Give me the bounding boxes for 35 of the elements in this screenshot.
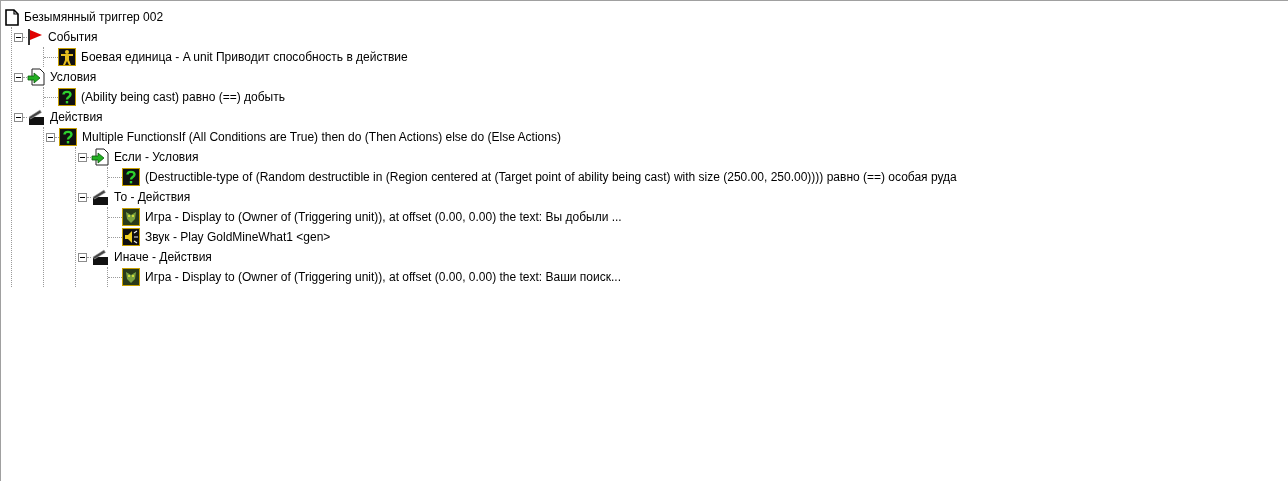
page-arrow-icon xyxy=(91,148,109,166)
page-arrow-icon xyxy=(27,68,45,86)
collapse-toggle[interactable] xyxy=(14,32,23,42)
tree-item-label[interactable]: Игра - Display to (Owner of (Triggering unit)), at offset (0.00, 0.00) the text: Ваши поиск... xyxy=(145,270,621,284)
question-icon xyxy=(122,168,140,186)
flag-icon xyxy=(27,28,43,46)
speaker-icon xyxy=(122,228,140,246)
question-icon xyxy=(59,128,77,146)
tree-item-label[interactable]: Multiple FunctionsIf (All Conditions are True) then do (Then Actions) else do (Else Actions) xyxy=(82,130,561,144)
tree-item-label[interactable]: Условия xyxy=(50,70,97,84)
collapse-toggle[interactable] xyxy=(78,152,87,162)
question-icon xyxy=(58,88,76,106)
clapper-icon xyxy=(27,108,45,126)
emblem-icon xyxy=(122,268,140,286)
emblem-icon xyxy=(122,208,140,226)
document-icon xyxy=(5,8,19,26)
tree-item-label[interactable]: Игра - Display to (Owner of (Triggering unit)), at offset (0.00, 0.00) the text: Вы добыли ... xyxy=(145,210,622,224)
collapse-toggle[interactable] xyxy=(14,72,23,82)
tree-item-label[interactable]: Если - Условия xyxy=(114,150,199,164)
tree-item-label[interactable]: Действия xyxy=(50,110,103,124)
tree-item-label[interactable]: (Destructible-type of (Random destructible in (Region centered at (Target point of ability being cast) with size (250.00, 250.00)))) равно (==) особая руда xyxy=(145,170,957,184)
tree-item-label[interactable]: События xyxy=(48,30,98,44)
tree-item-label[interactable]: То - Действия xyxy=(114,190,191,204)
tree-item-label[interactable]: (Ability being cast) равно (==) добыть xyxy=(81,90,285,104)
tree-item-label[interactable]: Звук - Play GoldMineWhat1 <gen> xyxy=(145,230,331,244)
clapper-icon xyxy=(91,188,109,206)
collapse-toggle[interactable] xyxy=(78,252,87,262)
clapper-icon xyxy=(91,248,109,266)
tree-item-label[interactable]: Иначе - Действия xyxy=(114,250,212,264)
collapse-toggle[interactable] xyxy=(46,132,55,142)
collapse-toggle[interactable] xyxy=(14,112,23,122)
tree-item-label[interactable]: Безымянный триггер 002 xyxy=(24,10,164,24)
tree-item-label[interactable]: Боевая единица - A unit Приводит способность в действие xyxy=(81,50,408,64)
collapse-toggle[interactable] xyxy=(78,192,87,202)
figure-icon xyxy=(58,48,76,66)
